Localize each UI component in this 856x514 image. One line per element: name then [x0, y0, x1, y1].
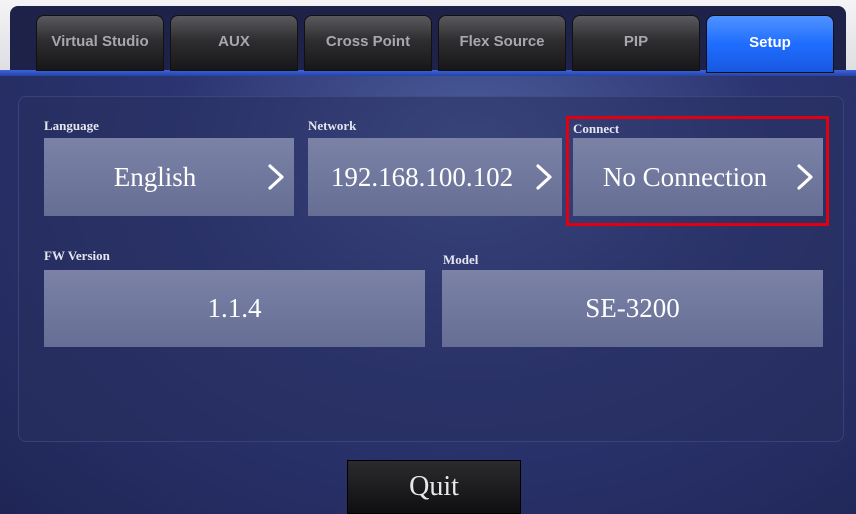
chevron-right-icon: [268, 164, 284, 190]
tab-label: AUX: [218, 32, 250, 50]
fw-version-value: 1.1.4: [207, 293, 262, 323]
quit-label: Quit: [409, 471, 459, 502]
tab-pip[interactable]: PIP: [572, 15, 700, 71]
chevron-right-icon: [536, 164, 552, 190]
tab-bar: Virtual Studio AUX Cross Point Flex Sour…: [0, 0, 856, 76]
model-value: SE-3200: [585, 293, 680, 323]
setup-screen: Virtual Studio AUX Cross Point Flex Sour…: [0, 0, 856, 514]
tab-label: Cross Point: [325, 32, 411, 50]
tab-label: Setup: [749, 33, 791, 51]
language-label: Language: [44, 118, 99, 133]
tab-label: Virtual Studio: [51, 32, 149, 50]
quit-button[interactable]: Quit: [347, 460, 521, 514]
language-value: English: [113, 161, 197, 192]
tab-aux[interactable]: AUX: [170, 15, 298, 71]
tab-label: PIP: [623, 32, 649, 50]
model-display: SE-3200: [442, 270, 823, 347]
tab-label: Flex Source: [459, 32, 545, 50]
tab-virtual-studio[interactable]: Virtual Studio: [36, 15, 164, 71]
model-label: Model: [443, 252, 479, 267]
tab-flex-source[interactable]: Flex Source: [438, 15, 566, 71]
language-selector[interactable]: English: [44, 138, 294, 216]
fw-version-display: 1.1.4: [44, 270, 425, 347]
network-selector[interactable]: 192.168.100.102: [308, 138, 562, 216]
tab-setup[interactable]: Setup: [706, 15, 834, 73]
fw-version-label: FW Version: [44, 248, 110, 263]
tab-cross-point[interactable]: Cross Point: [304, 15, 432, 71]
connect-highlight-box: [566, 116, 829, 226]
network-value: 192.168.100.102: [330, 161, 514, 192]
network-label: Network: [308, 118, 357, 133]
